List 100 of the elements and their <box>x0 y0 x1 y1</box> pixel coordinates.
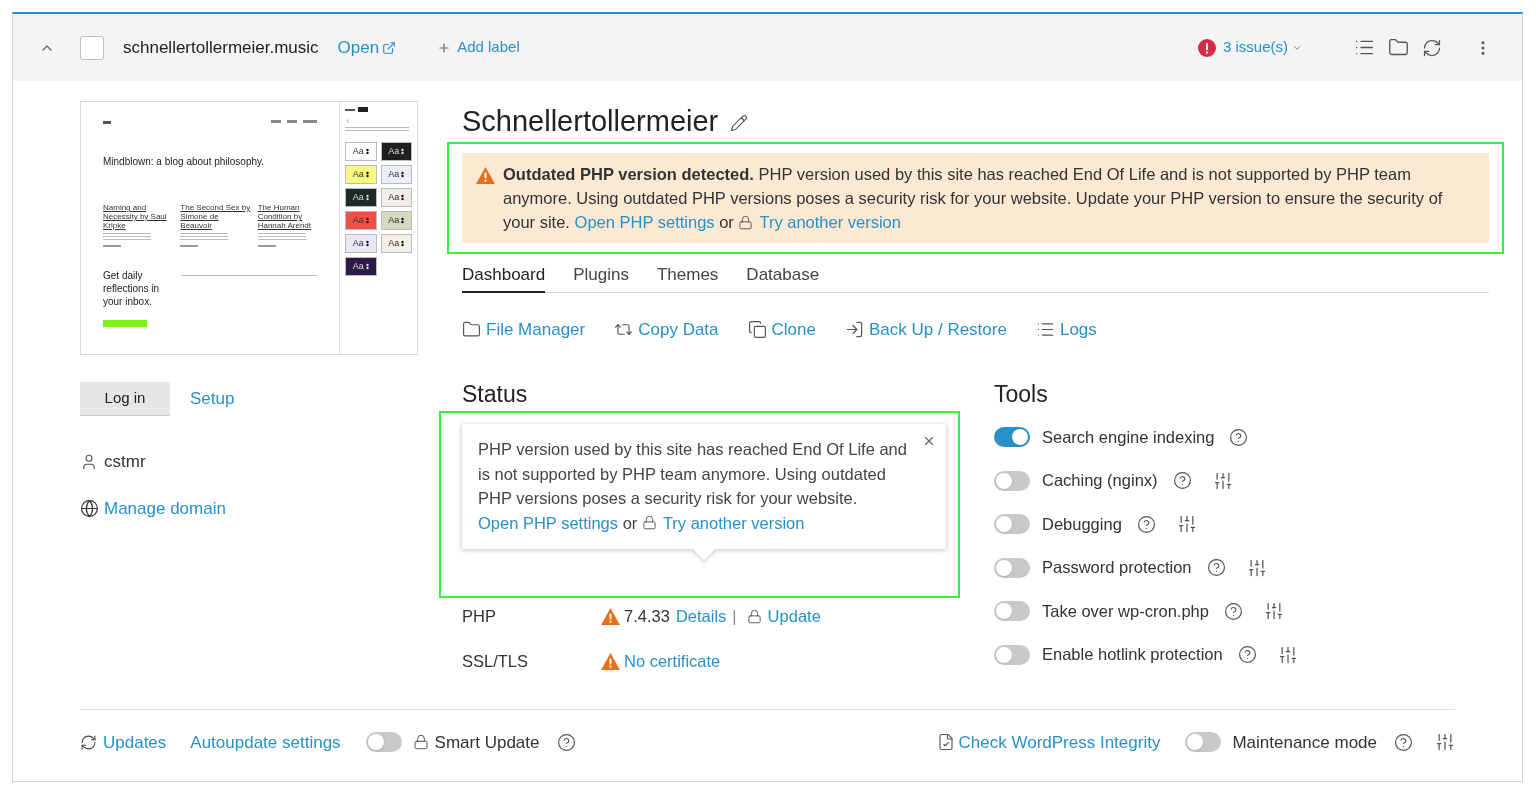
dots-icon <box>365 240 369 247</box>
text-line-drawing <box>103 121 111 124</box>
swatch-label: Aa <box>352 239 364 248</box>
settings-icon[interactable] <box>1435 732 1455 753</box>
separator: | <box>732 606 737 627</box>
autoupdate-settings-link[interactable]: Autoupdate settings <box>190 729 341 755</box>
external-link-icon <box>382 40 397 55</box>
tool-toggle[interactable] <box>994 470 1030 491</box>
status-link[interactable]: No certificate <box>624 648 721 674</box>
setup-link[interactable]: Setup <box>190 386 235 412</box>
status-link[interactable]: Update <box>767 604 821 629</box>
status-label: PHP <box>462 606 497 627</box>
warning-message: Outdated PHP version detected. PHP version used by this site has reached End Of Life and is not supported by PHP team anymore. Using outdated PHP versions poses a security risk for your website. Update your PHP version to ensure the security of your site. Open PHP settings or Try another version <box>503 164 1444 233</box>
try-version-link[interactable]: Try another version <box>662 513 805 532</box>
help-icon[interactable] <box>1206 558 1226 577</box>
user-icon <box>80 452 98 471</box>
help-icon[interactable] <box>1172 471 1192 490</box>
settings-icon[interactable] <box>1176 514 1197 534</box>
tab[interactable]: Database <box>746 262 820 293</box>
help-icon[interactable] <box>556 732 576 752</box>
manage-domain-link[interactable]: Manage domain <box>104 495 226 521</box>
php-settings-link[interactable]: Open PHP settings <box>574 213 715 231</box>
status-link[interactable]: Details <box>675 604 727 629</box>
integrity-link[interactable]: Check WordPress Integrity <box>958 729 1161 755</box>
tool-label: Caching (nginx) <box>1042 470 1158 492</box>
action-link[interactable]: Logs <box>1035 316 1097 342</box>
smart-update-toggle[interactable] <box>365 732 402 753</box>
status-value: 7.4.33 <box>624 606 670 627</box>
try-version-link[interactable]: Try another version <box>759 213 901 231</box>
open-link[interactable]: Open <box>337 34 397 61</box>
tool-toggle[interactable] <box>994 514 1030 534</box>
add-label-button[interactable]: Add label <box>437 36 520 59</box>
settings-icon[interactable] <box>1277 644 1298 665</box>
settings-icon[interactable] <box>1212 470 1233 491</box>
swatch-label: Aa <box>388 147 400 156</box>
action-icon <box>747 319 767 339</box>
refresh-icon <box>80 733 97 751</box>
action-icon <box>462 319 481 339</box>
status-label: SSL/TLS <box>462 650 530 672</box>
action-link[interactable]: Clone <box>747 316 816 342</box>
help-icon[interactable] <box>1136 514 1156 534</box>
tab[interactable]: Dashboard <box>462 262 546 293</box>
help-icon[interactable] <box>1394 732 1413 752</box>
settings-icon[interactable] <box>1263 601 1284 621</box>
settings-icon[interactable] <box>1246 557 1267 578</box>
action-link[interactable]: File Manager <box>462 316 586 342</box>
lock-icon <box>746 608 762 624</box>
swatch-label: Aa <box>388 193 400 202</box>
tab[interactable]: Themes <box>656 262 719 293</box>
maintenance-label: Maintenance mode <box>1232 731 1377 754</box>
dots-icon <box>365 148 369 155</box>
site-title: Schnellertollermeier <box>462 104 719 139</box>
action-link[interactable]: Back Up / Restore <box>844 316 1007 342</box>
popover-actions: Open PHP settings or Try another version <box>478 512 806 534</box>
tool-toggle[interactable] <box>994 557 1030 578</box>
popover-message: PHP version used by this site has reached End Of Life and is not supported by PHP team anymore. Using outdated PHP versions poses a security risk for your website. <box>478 439 908 509</box>
tool-label: Take over wp-cron.php <box>1042 600 1209 622</box>
issues-dropdown[interactable]: 3 issue(s) <box>1222 36 1302 59</box>
preview-heading: Mindblown: a blog about philosophy. <box>103 157 266 167</box>
swatch-label: Aa <box>352 262 364 271</box>
dots-icon <box>365 263 369 270</box>
dots-icon <box>365 194 369 201</box>
badge-drawing <box>358 107 368 112</box>
site-domain: schnellertollermeier.music <box>123 36 319 59</box>
text-line-drawing <box>257 245 276 247</box>
text-line-drawing <box>180 245 199 247</box>
tool-toggle[interactable] <box>994 644 1030 665</box>
updates-link[interactable]: Updates <box>103 729 167 755</box>
tool-label: Enable hotlink protection <box>1042 644 1223 666</box>
tool-toggle[interactable] <box>994 427 1030 447</box>
tool-toggle[interactable] <box>994 601 1030 621</box>
warning-icon <box>601 607 620 625</box>
site-checkbox[interactable] <box>80 35 104 60</box>
swatch-label: Aa <box>388 170 400 179</box>
action-icon <box>844 319 864 339</box>
error-icon <box>1197 38 1216 57</box>
help-icon[interactable] <box>1237 645 1257 664</box>
help-icon[interactable] <box>1223 601 1243 621</box>
dots-icon <box>401 194 405 201</box>
lock-icon <box>738 214 754 230</box>
help-icon[interactable] <box>1229 427 1249 447</box>
warning-icon <box>476 167 495 184</box>
post-title: The Human Condition by Hannah Arendt <box>257 203 313 230</box>
login-button[interactable]: Log in <box>80 382 170 416</box>
post-title: Naming and Necessity by Saul Kripke <box>103 203 168 230</box>
status-heading: Status <box>462 380 529 408</box>
refresh-icon[interactable] <box>1422 37 1442 58</box>
swatch-label: Aa <box>352 170 364 179</box>
close-icon[interactable] <box>922 434 936 448</box>
plus-icon <box>437 40 452 55</box>
dots-icon <box>401 240 405 247</box>
tab[interactable]: Plugins <box>573 262 629 293</box>
maintenance-toggle[interactable] <box>1185 732 1222 753</box>
username: cstmr <box>104 451 146 473</box>
edit-icon[interactable] <box>730 114 749 132</box>
folder-icon[interactable] <box>1388 37 1409 58</box>
php-settings-link[interactable]: Open PHP settings <box>478 513 619 532</box>
dots-icon <box>401 217 405 224</box>
warning-icon <box>601 652 620 670</box>
action-link[interactable]: Copy Data <box>614 316 719 342</box>
